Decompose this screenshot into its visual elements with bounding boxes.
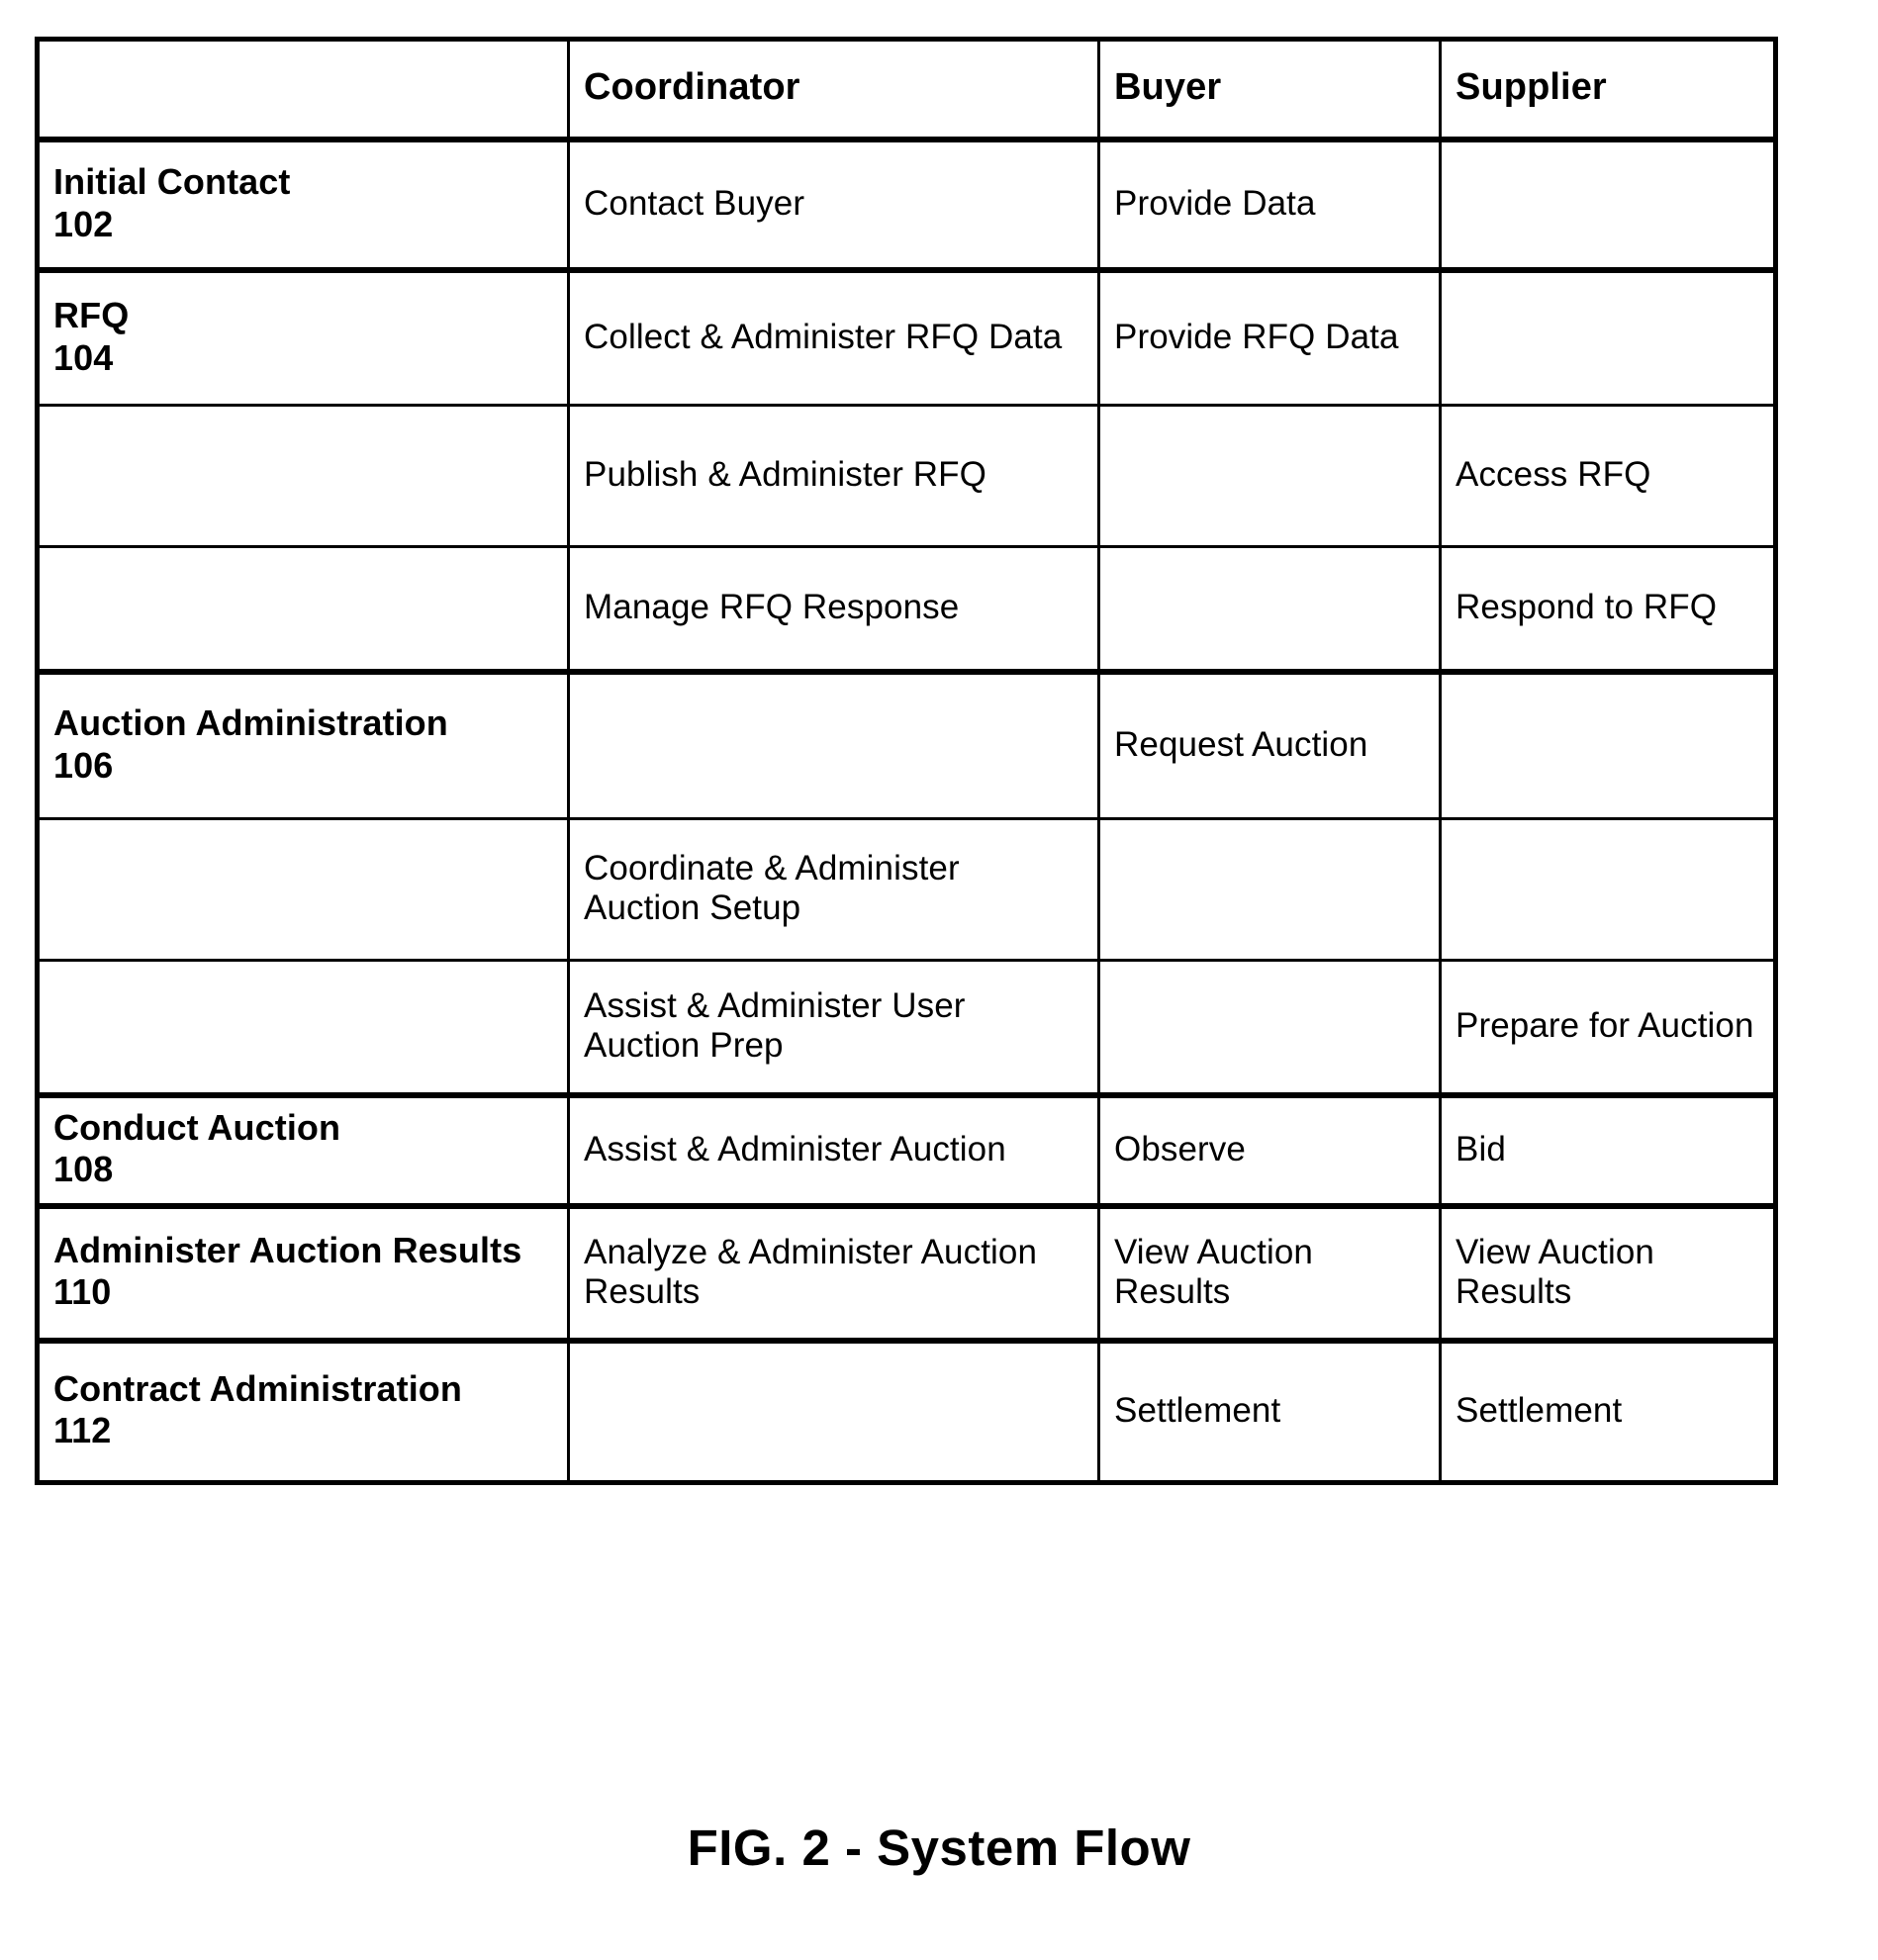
phase-cell: Administer Auction Results 110 [36, 1202, 570, 1342]
supplier-task: Respond to RFQ [1455, 588, 1718, 627]
phase-cell: Auction Administration 106 [36, 669, 570, 820]
buyer-cell: Settlement [1097, 1337, 1442, 1484]
table-row: Publish & Administer RFQ Access RFQ [36, 404, 1777, 548]
system-flow-table: Coordinator Buyer Supplier Initial Conta… [35, 37, 1778, 1485]
phase-name: Contract Administration [53, 1367, 462, 1409]
phase-cell: RFQ 104 [36, 267, 570, 407]
coordinator-task: Publish & Administer RFQ [584, 455, 986, 495]
phase-number: 108 [53, 1149, 114, 1190]
table-header-row: Coordinator Buyer Supplier [37, 39, 1777, 142]
coordinator-cell [567, 669, 1100, 820]
supplier-cell: Bid [1439, 1092, 1777, 1207]
buyer-task: Observe [1114, 1129, 1246, 1168]
phase-name: Initial Contact [53, 161, 291, 203]
table-row: Conduct Auction 108 Assist & Administer … [36, 1092, 1777, 1207]
phase-cell [36, 545, 570, 674]
phase-name: Administer Auction Results [53, 1229, 522, 1270]
phase-cell [36, 817, 570, 962]
supplier-task: Access RFQ [1455, 455, 1651, 495]
coordinator-task: Analyze & Administer Auction Results [584, 1232, 1038, 1311]
supplier-cell [1439, 817, 1777, 962]
supplier-cell [1439, 669, 1777, 820]
phase-name: Auction Administration [53, 702, 448, 744]
coordinator-cell: Manage RFQ Response [567, 545, 1100, 674]
table-row: RFQ 104 Collect & Administer RFQ Data Pr… [36, 267, 1777, 407]
buyer-task: Request Auction [1114, 725, 1368, 765]
supplier-cell [1439, 137, 1777, 272]
coordinator-task: Manage RFQ Response [584, 588, 960, 627]
header-cell-phase [37, 39, 570, 142]
figure-page: Coordinator Buyer Supplier Initial Conta… [0, 0, 1878, 1960]
buyer-task: Provide RFQ Data [1114, 318, 1399, 357]
header-cell-coordinator: Coordinator [567, 39, 1100, 142]
table-row: Coordinate & Administer Auction Setup [36, 817, 1777, 962]
buyer-cell: View Auction Results [1097, 1202, 1442, 1342]
buyer-cell [1097, 404, 1442, 548]
buyer-task: Provide Data [1114, 184, 1316, 224]
buyer-cell [1097, 545, 1442, 674]
supplier-cell: Prepare for Auction [1439, 959, 1777, 1097]
coordinator-task: Coordinate & Administer Auction Setup [584, 849, 960, 927]
coordinator-cell [567, 1337, 1100, 1484]
coordinator-cell: Analyze & Administer Auction Results [567, 1202, 1100, 1342]
supplier-task: Bid [1455, 1129, 1506, 1168]
buyer-cell [1097, 817, 1442, 962]
supplier-task: View Auction Results [1455, 1232, 1654, 1311]
supplier-cell: Respond to RFQ [1439, 545, 1777, 674]
supplier-task: Settlement [1455, 1390, 1623, 1430]
buyer-task: View Auction Results [1114, 1232, 1313, 1311]
supplier-cell: Settlement [1439, 1337, 1777, 1484]
phase-name: RFQ [53, 295, 130, 336]
table-row: Assist & Administer User Auction Prep Pr… [36, 959, 1777, 1097]
header-label-coordinator: Coordinator [584, 66, 800, 109]
phase-name: Conduct Auction [53, 1107, 341, 1148]
table-row: Auction Administration 106 Request Aucti… [36, 669, 1777, 820]
coordinator-task: Collect & Administer RFQ Data [584, 318, 1063, 357]
coordinator-cell: Collect & Administer RFQ Data [567, 267, 1100, 407]
coordinator-task: Assist & Administer User Auction Prep [584, 986, 966, 1065]
table-row: Administer Auction Results 110 Analyze &… [36, 1202, 1777, 1342]
phase-cell: Initial Contact 102 [36, 137, 570, 272]
buyer-task: Settlement [1114, 1390, 1281, 1430]
table-row: Contract Administration 112 Settlement S… [36, 1337, 1777, 1484]
phase-number: 102 [53, 203, 114, 244]
coordinator-task: Assist & Administer Auction [584, 1129, 1006, 1168]
phase-number: 106 [53, 744, 114, 786]
table-row: Initial Contact 102 Contact Buyer Provid… [36, 137, 1777, 272]
coordinator-cell: Assist & Administer User Auction Prep [567, 959, 1100, 1097]
system-flow-table-container: Coordinator Buyer Supplier Initial Conta… [35, 37, 1778, 1485]
phase-cell [36, 959, 570, 1097]
supplier-cell [1439, 267, 1777, 407]
supplier-task: Prepare for Auction [1455, 1006, 1754, 1046]
phase-number: 110 [53, 1271, 112, 1313]
figure-caption: FIG. 2 - System Flow [687, 1820, 1191, 1876]
header-cell-supplier: Supplier [1439, 39, 1777, 142]
supplier-cell: Access RFQ [1439, 404, 1777, 548]
buyer-cell [1097, 959, 1442, 1097]
coordinator-cell: Contact Buyer [567, 137, 1100, 272]
phase-cell: Contract Administration 112 [36, 1337, 570, 1484]
phase-cell [36, 404, 570, 548]
phase-cell: Conduct Auction 108 [36, 1092, 570, 1207]
coordinator-cell: Coordinate & Administer Auction Setup [567, 817, 1100, 962]
table-row: Manage RFQ Response Respond to RFQ [36, 545, 1777, 674]
phase-number: 104 [53, 336, 114, 378]
buyer-cell: Observe [1097, 1092, 1442, 1207]
buyer-cell: Provide RFQ Data [1097, 267, 1442, 407]
coordinator-cell: Publish & Administer RFQ [567, 404, 1100, 548]
phase-number: 112 [53, 1410, 112, 1451]
buyer-cell: Provide Data [1097, 137, 1442, 272]
header-label-buyer: Buyer [1114, 66, 1222, 109]
buyer-cell: Request Auction [1097, 669, 1442, 820]
header-label-supplier: Supplier [1455, 66, 1607, 109]
coordinator-cell: Assist & Administer Auction [567, 1092, 1100, 1207]
coordinator-task: Contact Buyer [584, 184, 805, 224]
supplier-cell: View Auction Results [1439, 1202, 1777, 1342]
header-cell-buyer: Buyer [1097, 39, 1442, 142]
